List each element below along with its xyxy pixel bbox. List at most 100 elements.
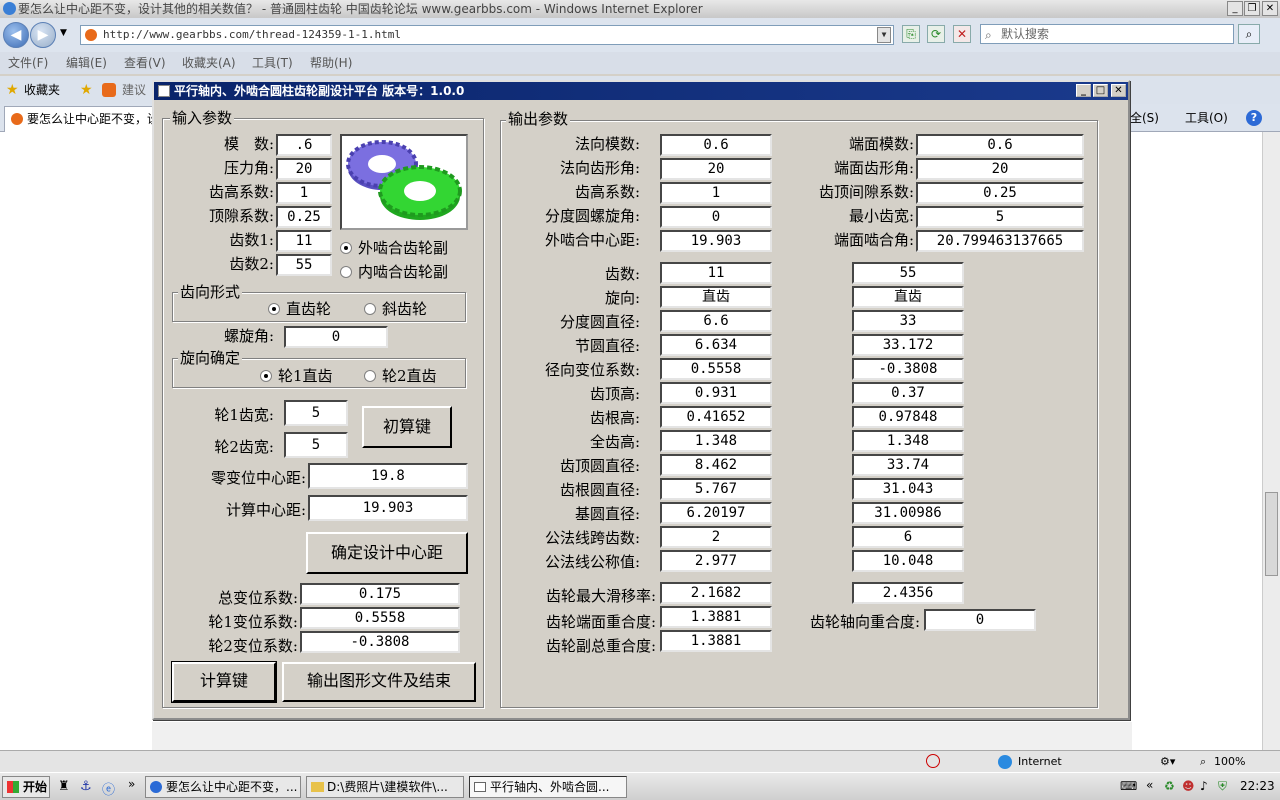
teeth2-label: 齿数2: <box>229 255 274 273</box>
axial-contact-label: 齿轮轴向重合度: <box>809 613 920 631</box>
tray-qq-icon[interactable]: ☻ <box>1182 779 1195 793</box>
gear1-value: 直齿 <box>660 286 772 308</box>
gear1-value: 5.767 <box>660 478 772 500</box>
tooth-form-title: 齿向形式 <box>178 283 243 301</box>
dialog-title-bar: 平行轴内、外啮合圆柱齿轮副设计平台 版本号：1.0.0 _ □ ✕ <box>154 82 1128 100</box>
protected-mode-icon[interactable]: ⚙▾ <box>1160 751 1175 772</box>
addendum-coef-out-value: 1 <box>660 182 772 204</box>
menu-file[interactable]: 文件(F) <box>8 52 48 74</box>
tray-security-icon[interactable]: ⛨ <box>1218 779 1227 794</box>
scrollbar-thumb[interactable] <box>1265 492 1278 576</box>
tray-network-icon[interactable]: ♻ <box>1164 779 1175 793</box>
helical-gear-radio[interactable]: 斜齿轮 <box>364 300 427 318</box>
output-and-exit-button[interactable]: 输出图形文件及结束 <box>282 662 476 702</box>
site-favicon-icon <box>85 29 97 41</box>
gear-row-label: 节圆直径: <box>574 337 640 355</box>
module-input[interactable]: .6 <box>276 134 332 156</box>
search-go-icon[interactable]: ⌕ <box>1238 24 1260 44</box>
history-dropdown-icon[interactable]: ▼ <box>60 28 67 38</box>
clearance-coef-input[interactable]: 0.25 <box>276 206 332 228</box>
browser-tab[interactable]: 要怎么让中心距不变，设 <box>4 106 154 132</box>
calc-button[interactable]: 计算键 <box>171 661 277 703</box>
dialog-minimize-icon[interactable]: _ <box>1076 84 1091 97</box>
add-favorite-icon[interactable]: ★ <box>80 76 93 104</box>
taskbar-ie-icon <box>150 781 162 793</box>
refresh-icon[interactable]: ⟳ <box>927 25 945 43</box>
shift2-input[interactable]: -0.3808 <box>300 631 460 653</box>
hand1-radio[interactable]: 轮1直齿 <box>260 367 333 385</box>
width2-label: 轮2齿宽: <box>214 438 274 456</box>
pressure-angle-input[interactable]: 20 <box>276 158 332 180</box>
hand2-radio[interactable]: 轮2直齿 <box>364 367 437 385</box>
quicklaunch-icon-2[interactable]: ⚓ <box>80 779 92 794</box>
close-icon[interactable]: ✕ <box>1262 1 1278 16</box>
input-group-title: 输入参数 <box>170 109 235 127</box>
address-text: http://www.gearbbs.com/thread-124359-1-1… <box>103 28 402 41</box>
taskbar-item-folder[interactable]: D:\费照片\建模软件\... <box>306 776 464 798</box>
menu-edit[interactable]: 编辑(E) <box>66 52 107 74</box>
dialog-close-icon[interactable]: ✕ <box>1111 84 1126 97</box>
search-input[interactable]: ⌕ 默认搜索 <box>980 24 1234 44</box>
quicklaunch-icon-1[interactable]: ♜ <box>58 779 70 794</box>
suggested-sites-link[interactable]: 建议 <box>122 76 146 104</box>
favorites-button[interactable]: 收藏夹 <box>24 76 60 104</box>
gear-row-label: 齿数: <box>604 265 640 283</box>
taskbar-item-browser[interactable]: 要怎么让中心距不变，... <box>145 776 301 798</box>
total-contact-label: 齿轮副总重合度: <box>545 637 656 655</box>
stop-icon[interactable]: ✕ <box>953 25 971 43</box>
quicklaunch-more-icon[interactable]: » <box>128 777 135 791</box>
transverse-contact-value: 1.3881 <box>660 606 772 628</box>
folder-icon <box>311 782 324 792</box>
shift1-input[interactable]: 0.5558 <box>300 607 460 629</box>
safety-menu[interactable]: 全(S) <box>1130 104 1159 132</box>
width1-label: 轮1齿宽: <box>214 406 274 424</box>
menu-view[interactable]: 查看(V) <box>124 52 166 74</box>
internal-mesh-radio[interactable]: 内啮合齿轮副 <box>340 263 448 281</box>
width1-input[interactable]: 5 <box>284 400 348 426</box>
zoom-level[interactable]: 100% <box>1214 751 1245 772</box>
gear1-value: 6.20197 <box>660 502 772 524</box>
compatibility-icon[interactable]: ⎘ <box>902 25 920 43</box>
address-bar[interactable]: http://www.gearbbs.com/thread-124359-1-1… <box>80 25 894 45</box>
start-button[interactable]: 开始 <box>2 776 50 798</box>
help-icon[interactable]: ? <box>1246 110 1262 126</box>
tools-menu[interactable]: 工具(O) <box>1185 104 1228 132</box>
menu-tools[interactable]: 工具(T) <box>252 52 293 74</box>
minimize-icon[interactable]: _ <box>1227 1 1243 16</box>
tip-clearance-label: 齿顶间隙系数: <box>818 183 914 201</box>
external-mesh-radio[interactable]: 外啮合齿轮副 <box>340 239 448 257</box>
tray-volume-icon[interactable]: ♪ <box>1200 779 1208 793</box>
teeth1-input[interactable]: 11 <box>276 230 332 252</box>
tray-expand-icon[interactable]: « <box>1146 778 1153 792</box>
back-icon[interactable]: ◀ <box>3 22 29 48</box>
taskbar-item-gear-app[interactable]: 平行轴内、外啮合圆... <box>469 776 627 798</box>
page-scrollbar[interactable] <box>1262 132 1280 750</box>
menu-help[interactable]: 帮助(H) <box>310 52 352 74</box>
addendum-coef-input[interactable]: 1 <box>276 182 332 204</box>
teeth2-input[interactable]: 55 <box>276 254 332 276</box>
restore-icon[interactable]: ❐ <box>1244 1 1260 16</box>
width2-input[interactable]: 5 <box>284 432 348 458</box>
gear-row-label: 齿顶圆直径: <box>559 457 640 475</box>
calc-center-input[interactable]: 19.903 <box>308 495 468 521</box>
address-dropdown-icon[interactable]: ▼ <box>877 27 891 43</box>
initial-calc-button[interactable]: 初算键 <box>362 406 452 448</box>
hand2-label: 轮2直齿 <box>382 367 437 385</box>
dialog-maximize-icon[interactable]: □ <box>1093 84 1108 97</box>
gear2-value: 0.37 <box>852 382 964 404</box>
helix-angle-input[interactable]: 0 <box>284 326 388 348</box>
zero-shift-center-input[interactable]: 19.8 <box>308 463 468 489</box>
ext-center-label: 外啮合中心距: <box>544 231 640 249</box>
menu-favorites[interactable]: 收藏夹(A) <box>182 52 236 74</box>
gear2-value: 0.97848 <box>852 406 964 428</box>
confirm-center-button[interactable]: 确定设计中心距 <box>306 532 468 574</box>
quicklaunch-ie-icon[interactable]: ⓔ <box>102 779 115 798</box>
gear2-value: 31.043 <box>852 478 964 500</box>
keyboard-icon[interactable]: ⌨ <box>1120 779 1137 793</box>
gears-icon <box>346 140 462 220</box>
total-shift-input[interactable]: 0.175 <box>300 583 460 605</box>
forward-icon[interactable]: ▶ <box>30 22 56 48</box>
max-slip-gear1: 2.1682 <box>660 582 772 604</box>
gear2-value: 31.00986 <box>852 502 964 524</box>
spur-gear-radio[interactable]: 直齿轮 <box>268 300 331 318</box>
